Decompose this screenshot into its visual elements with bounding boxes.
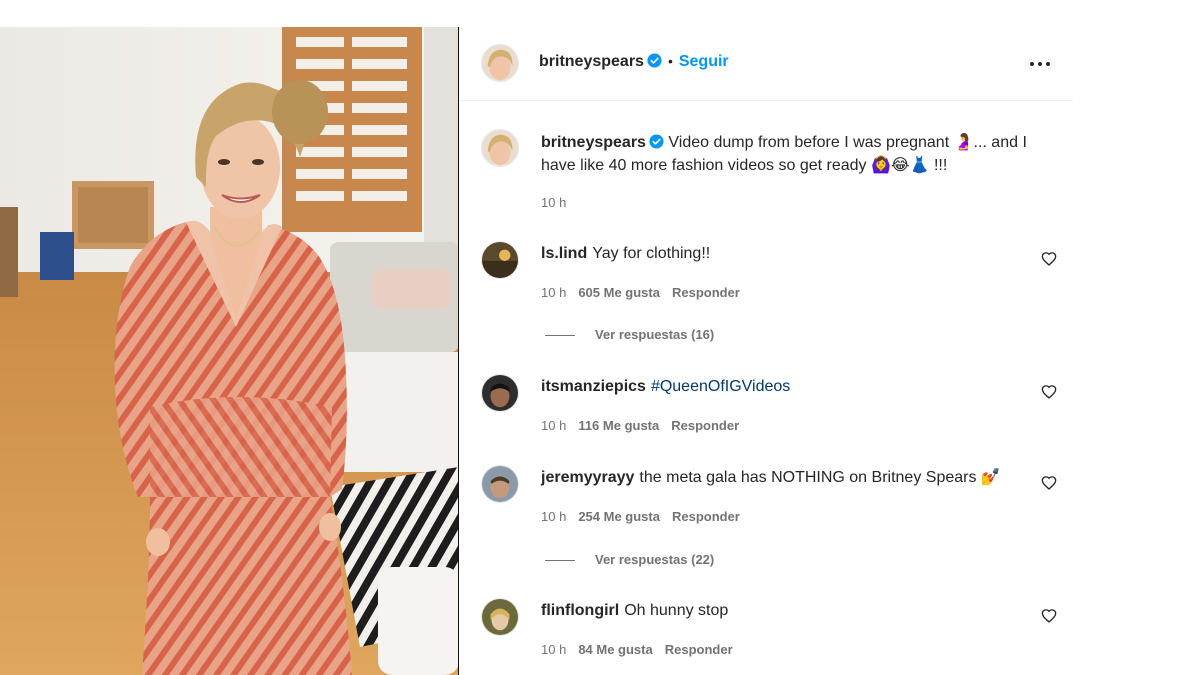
more-options-icon[interactable] bbox=[1029, 53, 1053, 73]
comment-time[interactable]: 10 h bbox=[541, 509, 566, 524]
post-side-panel: britneyspears • Seguir britneyspears Video… bbox=[459, 27, 1073, 675]
comment-meta: 10 h 116 Me gusta Responder bbox=[541, 418, 739, 433]
commenter-username[interactable]: jeremyyrayy bbox=[541, 469, 634, 486]
commenter-avatar[interactable] bbox=[481, 598, 519, 636]
comment-body: ls.lind Yay for clothing!! bbox=[541, 243, 1021, 265]
comment-body: flinflongirl Oh hunny stop bbox=[541, 600, 1021, 622]
view-replies-button[interactable]: Ver respuestas (16) bbox=[545, 327, 714, 342]
reply-button[interactable]: Responder bbox=[672, 285, 740, 300]
view-replies-button[interactable]: Ver respuestas (22) bbox=[545, 552, 714, 567]
post-caption: britneyspears Video dump from before I w… bbox=[541, 131, 1066, 177]
verified-badge-icon bbox=[647, 53, 662, 68]
comment-likes[interactable]: 84 Me gusta bbox=[578, 642, 652, 657]
comment-likes[interactable]: 116 Me gusta bbox=[578, 418, 659, 433]
caption-timestamp[interactable]: 10 h bbox=[541, 195, 566, 210]
follow-button[interactable]: Seguir bbox=[679, 53, 729, 70]
separator-dot: • bbox=[667, 53, 673, 69]
heart-outline-icon[interactable] bbox=[1041, 251, 1057, 267]
comment-time[interactable]: 10 h bbox=[541, 642, 566, 657]
comment-text: the meta gala has NOTHING on Britney Spe… bbox=[639, 469, 1001, 486]
comment-time[interactable]: 10 h bbox=[541, 285, 566, 300]
comment-body: jeremyyrayy the meta gala has NOTHING on … bbox=[541, 467, 1021, 489]
commenter-avatar[interactable] bbox=[481, 241, 519, 279]
heart-outline-icon[interactable] bbox=[1041, 608, 1057, 624]
commenter-username[interactable]: ls.lind bbox=[541, 245, 587, 262]
comment-text: Yay for clothing!! bbox=[592, 245, 711, 262]
verified-badge-icon bbox=[649, 134, 664, 149]
replies-divider bbox=[545, 560, 575, 562]
caption-username[interactable]: britneyspears bbox=[541, 134, 646, 151]
reply-button[interactable]: Responder bbox=[665, 642, 733, 657]
comment-text: Oh hunny stop bbox=[624, 602, 729, 619]
commenter-username[interactable]: itsmanziepics bbox=[541, 378, 646, 395]
reply-button[interactable]: Responder bbox=[671, 418, 739, 433]
comment-likes[interactable]: 254 Me gusta bbox=[578, 509, 660, 524]
commenter-avatar[interactable] bbox=[481, 374, 519, 412]
comment-body: itsmanziepics #QueenOfIGVideos bbox=[541, 376, 1021, 398]
comment-meta: 10 h 254 Me gusta Responder bbox=[541, 509, 740, 524]
view-replies-label: Ver respuestas (22) bbox=[595, 552, 715, 567]
hashtag-link[interactable]: #QueenOfIGVideos bbox=[651, 378, 790, 395]
post-photo bbox=[0, 27, 458, 675]
commenter-username[interactable]: flinflongirl bbox=[541, 602, 619, 619]
heart-outline-icon[interactable] bbox=[1041, 475, 1057, 491]
post-media[interactable] bbox=[0, 27, 459, 675]
comment-time[interactable]: 10 h bbox=[541, 418, 566, 433]
comment-meta: 10 h 84 Me gusta Responder bbox=[541, 642, 733, 657]
commenter-avatar[interactable] bbox=[481, 465, 519, 503]
comment-meta: 10 h 605 Me gusta Responder bbox=[541, 285, 740, 300]
author-username[interactable]: britneyspears bbox=[539, 53, 644, 70]
header-author-line: britneyspears • Seguir bbox=[539, 53, 729, 71]
view-replies-label: Ver respuestas (16) bbox=[595, 327, 715, 342]
replies-divider bbox=[545, 335, 575, 337]
comment-likes[interactable]: 605 Me gusta bbox=[578, 285, 660, 300]
author-avatar[interactable] bbox=[481, 44, 519, 82]
caption-author-avatar[interactable] bbox=[481, 129, 519, 167]
reply-button[interactable]: Responder bbox=[672, 509, 740, 524]
heart-outline-icon[interactable] bbox=[1041, 384, 1057, 400]
post-header: britneyspears • Seguir bbox=[459, 27, 1073, 101]
